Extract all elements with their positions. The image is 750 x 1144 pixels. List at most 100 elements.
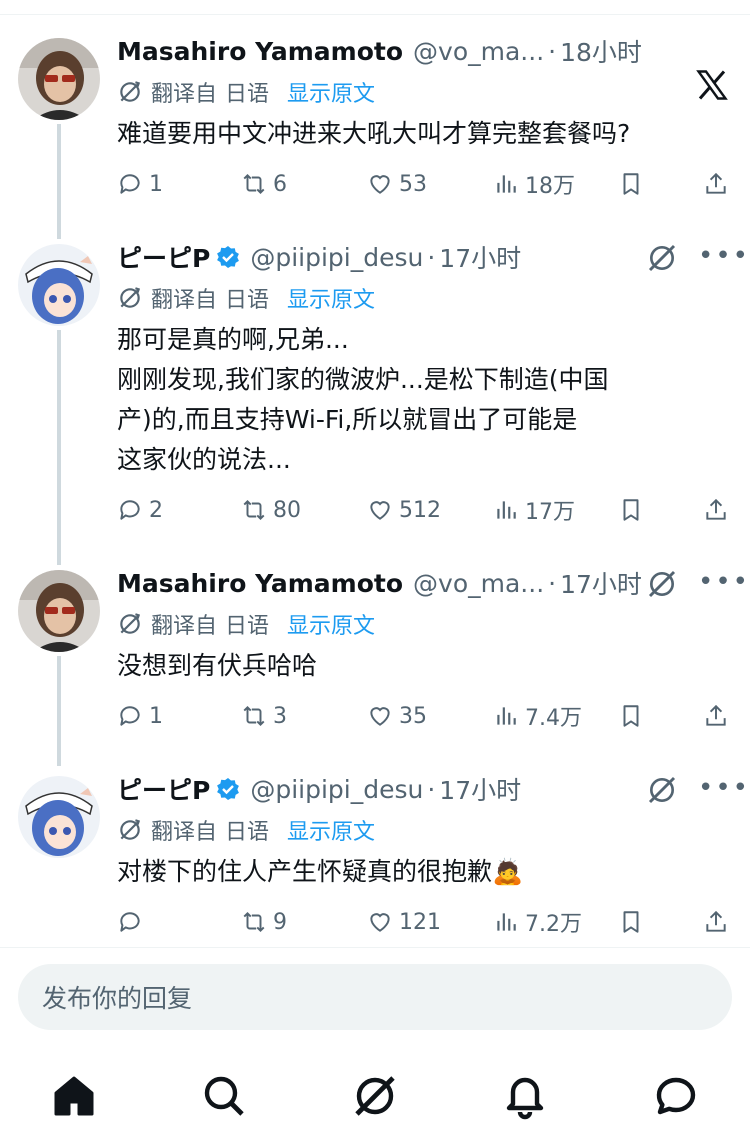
tweet-3[interactable]: Masahiro Yamamoto @vo_ma... · 17小时 ••• 翻… bbox=[0, 565, 750, 766]
grok-icon[interactable] bbox=[646, 242, 678, 274]
tweet-2[interactable]: ピーピP @piipipi_desu · 17小时 ••• 翻译自 日语 显示原… bbox=[0, 240, 750, 565]
like-button[interactable]: 35 bbox=[367, 696, 427, 736]
more-options-icon[interactable]: ••• bbox=[698, 775, 750, 801]
tweet-text: 对楼下的住人产生怀疑真的很抱歉🙇 bbox=[117, 857, 524, 886]
show-original-link[interactable]: 显示原文 bbox=[287, 814, 375, 846]
nav-notifications[interactable] bbox=[501, 1072, 549, 1120]
avatar[interactable] bbox=[18, 244, 100, 326]
nav-messages[interactable] bbox=[652, 1072, 700, 1120]
like-button[interactable]: 53 bbox=[367, 164, 427, 204]
translate-icon bbox=[117, 79, 143, 105]
more-options-icon[interactable]: ••• bbox=[698, 569, 750, 595]
view-count: 18万 bbox=[525, 174, 575, 199]
views-button[interactable]: 7.2万 bbox=[493, 902, 582, 942]
avatar[interactable] bbox=[18, 776, 100, 858]
views-button[interactable]: 18万 bbox=[493, 164, 575, 204]
repost-count: 80 bbox=[273, 497, 301, 523]
like-button[interactable]: 512 bbox=[367, 490, 441, 530]
grok-icon[interactable] bbox=[646, 568, 678, 600]
share-icon bbox=[703, 909, 729, 935]
reply-input[interactable]: 发布你的回复 bbox=[18, 964, 732, 1030]
grok-icon bbox=[355, 1076, 395, 1116]
bookmark-button[interactable] bbox=[618, 164, 650, 204]
show-original-link[interactable]: 显示原文 bbox=[287, 282, 375, 314]
views-icon bbox=[493, 171, 519, 197]
separator-dot: · bbox=[548, 36, 557, 66]
tweet-1[interactable]: Masahiro Yamamoto @vo_ma... · 18小时 翻译自 日… bbox=[0, 33, 750, 239]
repost-button[interactable]: 6 bbox=[241, 164, 287, 204]
reply-button[interactable]: 1 bbox=[117, 164, 163, 204]
reply-icon bbox=[117, 497, 143, 523]
search-icon bbox=[204, 1076, 244, 1116]
timestamp[interactable]: 17小时 bbox=[439, 239, 521, 275]
top-divider bbox=[0, 14, 750, 15]
reply-button[interactable]: 2 bbox=[117, 490, 163, 530]
author-name[interactable]: Masahiro Yamamoto bbox=[117, 37, 403, 66]
author-handle[interactable]: @piipipi_desu bbox=[250, 775, 423, 804]
like-count: 53 bbox=[399, 171, 427, 197]
share-button[interactable] bbox=[703, 902, 735, 942]
more-options-icon[interactable]: ••• bbox=[698, 243, 750, 269]
timestamp[interactable]: 17小时 bbox=[439, 771, 521, 807]
tweet-header: ピーピP @piipipi_desu · 17小时 bbox=[117, 240, 521, 274]
view-count: 17万 bbox=[525, 500, 575, 525]
avatar[interactable] bbox=[18, 570, 100, 652]
author-handle[interactable]: @piipipi_desu bbox=[250, 243, 423, 272]
nav-search[interactable] bbox=[200, 1072, 248, 1120]
reply-placeholder: 发布你的回复 bbox=[42, 984, 193, 1013]
reply-button[interactable] bbox=[117, 902, 149, 942]
views-icon bbox=[493, 497, 519, 523]
repost-button[interactable]: 80 bbox=[241, 490, 301, 530]
repost-button[interactable]: 3 bbox=[241, 696, 287, 736]
bookmark-icon bbox=[618, 497, 644, 523]
bookmark-button[interactable] bbox=[618, 490, 650, 530]
separator-dot: · bbox=[427, 774, 436, 804]
reply-icon bbox=[117, 171, 143, 197]
thread-line bbox=[57, 124, 61, 239]
view-count: 7.2万 bbox=[525, 912, 582, 937]
reply-count: 2 bbox=[149, 497, 163, 523]
share-button[interactable] bbox=[703, 164, 735, 204]
grok-icon[interactable] bbox=[646, 774, 678, 806]
translate-icon bbox=[117, 817, 143, 843]
repost-count: 6 bbox=[273, 171, 287, 197]
share-button[interactable] bbox=[703, 490, 735, 530]
reply-button[interactable]: 1 bbox=[117, 696, 163, 736]
author-name[interactable]: ピーピP bbox=[117, 771, 210, 807]
verified-badge-icon bbox=[216, 777, 240, 801]
translated-from: 翻译自 bbox=[151, 614, 218, 639]
nav-home[interactable] bbox=[50, 1072, 98, 1120]
nav-grok[interactable] bbox=[351, 1072, 399, 1120]
views-button[interactable]: 7.4万 bbox=[493, 696, 582, 736]
timestamp[interactable]: 17小时 bbox=[560, 565, 642, 601]
show-original-link[interactable]: 显示原文 bbox=[287, 76, 375, 108]
views-button[interactable]: 17万 bbox=[493, 490, 575, 530]
notifications-icon bbox=[506, 1077, 544, 1120]
heart-icon bbox=[367, 909, 393, 935]
verified-badge-icon bbox=[216, 245, 240, 269]
translation-note: 翻译自 日语 显示原文 bbox=[117, 282, 375, 314]
author-name[interactable]: ピーピP bbox=[117, 239, 210, 275]
x-logo-icon[interactable] bbox=[694, 67, 730, 103]
views-icon bbox=[493, 909, 519, 935]
tweet-4[interactable]: ピーピP @piipipi_desu · 17小时 ••• 翻译自 日语 显示原… bbox=[0, 772, 750, 942]
bookmark-button[interactable] bbox=[618, 696, 650, 736]
translation-note: 翻译自 日语 显示原文 bbox=[117, 76, 375, 108]
author-handle[interactable]: @vo_ma... bbox=[413, 37, 544, 66]
bookmark-button[interactable] bbox=[618, 902, 650, 942]
thread-line bbox=[57, 656, 61, 766]
share-button[interactable] bbox=[703, 696, 735, 736]
separator-dot: · bbox=[548, 568, 557, 598]
like-count: 35 bbox=[399, 703, 427, 729]
timestamp[interactable]: 18小时 bbox=[560, 33, 642, 69]
author-handle[interactable]: @vo_ma... bbox=[413, 569, 544, 598]
like-button[interactable]: 121 bbox=[367, 902, 441, 942]
tweet-text: 那可是真的啊,兄弟... 刚刚发现,我们家的微波炉...是松下制造(中国 产)的… bbox=[117, 325, 609, 474]
author-name[interactable]: Masahiro Yamamoto bbox=[117, 569, 403, 598]
avatar[interactable] bbox=[18, 38, 100, 120]
repost-button[interactable]: 9 bbox=[241, 902, 287, 942]
tweet-text: 没想到有伏兵哈哈 bbox=[117, 651, 318, 680]
repost-count: 3 bbox=[273, 703, 287, 729]
show-original-link[interactable]: 显示原文 bbox=[287, 608, 375, 640]
reply-count: 1 bbox=[149, 171, 163, 197]
